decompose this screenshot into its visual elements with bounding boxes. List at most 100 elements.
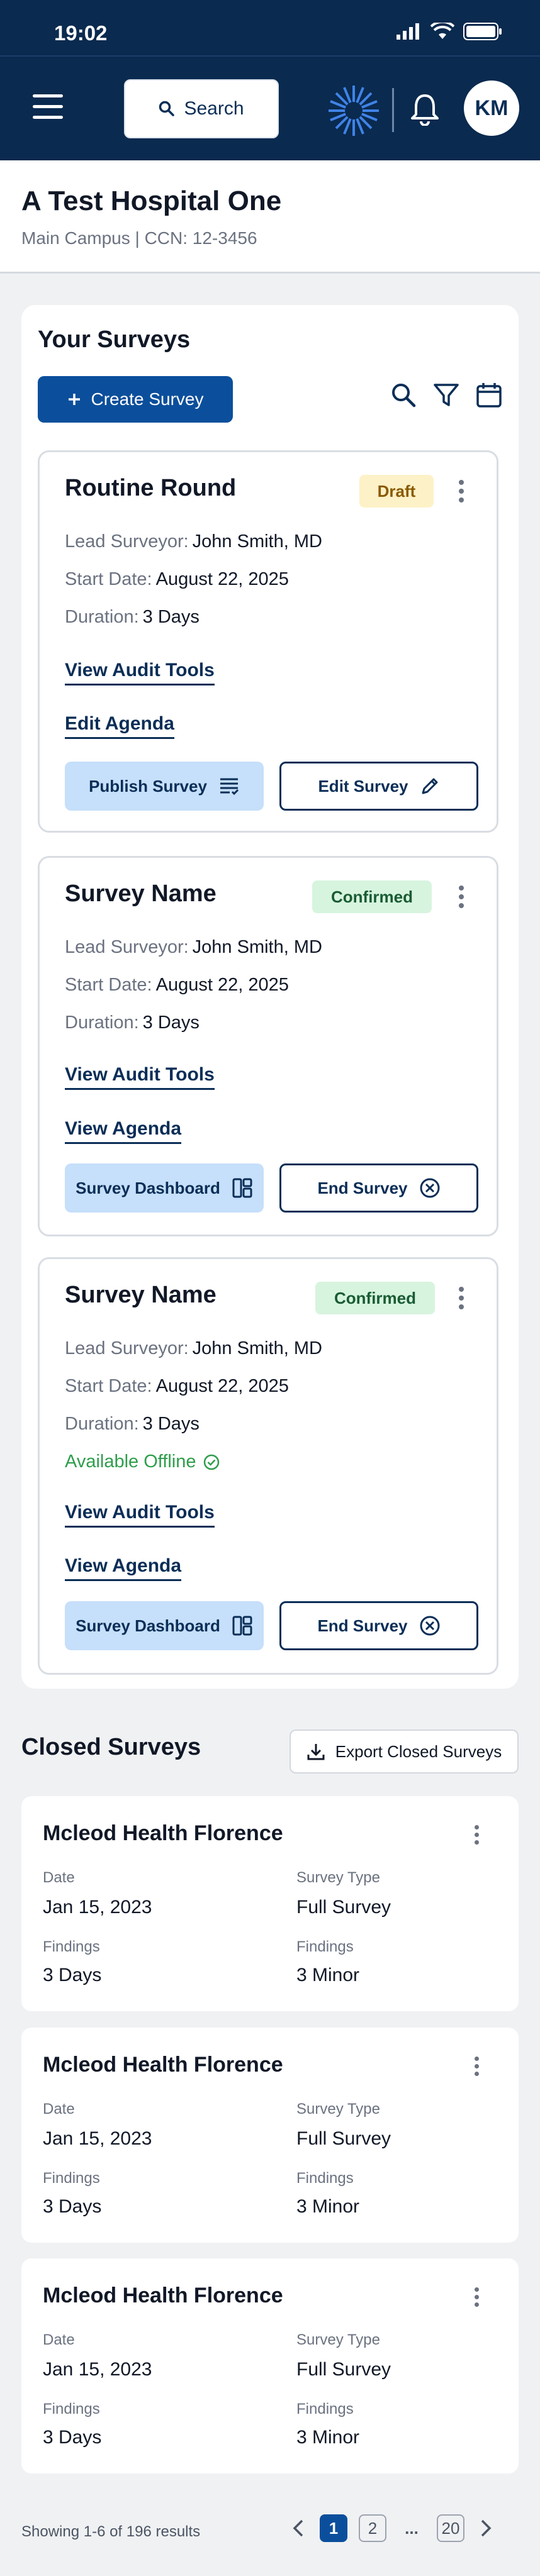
status-badge: Confirmed <box>315 1282 435 1314</box>
chevron-left-icon[interactable] <box>290 2514 308 2542</box>
calendar-icon[interactable] <box>476 382 502 408</box>
lead-surveyor-field: Lead Surveyor: John Smith, MD <box>65 531 322 552</box>
closed-survey-card: Mcleod Health Florence Date Jan 15, 2023… <box>21 2258 519 2473</box>
page-1-button[interactable]: 1 <box>320 2514 347 2542</box>
view-audit-tools-link[interactable]: View Audit Tools <box>65 660 215 686</box>
brand-logo <box>329 86 379 136</box>
survey-dashboard-button[interactable]: Survey Dashboard <box>65 1163 264 1213</box>
filter-icon[interactable] <box>433 382 459 408</box>
date-value: Jan 15, 2023 <box>43 2359 152 2380</box>
search-icon[interactable] <box>390 382 417 408</box>
closed-surveys-title: Closed Surveys <box>21 1734 201 1760</box>
findings-label: Findings <box>43 1938 100 1955</box>
findings-value: 3 Minor <box>296 2196 360 2217</box>
more-options-icon[interactable] <box>475 2057 481 2079</box>
more-options-icon[interactable] <box>459 1287 465 1313</box>
signal-icon <box>397 23 419 40</box>
create-survey-button[interactable]: Create Survey <box>38 376 233 423</box>
more-options-icon[interactable] <box>475 2287 481 2310</box>
duration-field: Duration: 3 Days <box>65 1414 200 1434</box>
start-date-field: Start Date: August 22, 2025 <box>65 569 289 589</box>
chevron-right-icon[interactable] <box>476 2514 495 2542</box>
menu-icon[interactable] <box>33 94 63 121</box>
survey-card: Routine Round Draft Lead Surveyor: John S… <box>38 450 498 833</box>
survey-type-value: Full Survey <box>296 2359 391 2380</box>
view-audit-tools-link[interactable]: View Audit Tools <box>65 1502 215 1528</box>
lead-surveyor-field: Lead Surveyor: John Smith, MD <box>65 937 322 957</box>
page-2-button[interactable]: 2 <box>359 2514 386 2542</box>
publish-survey-button[interactable]: Publish Survey <box>65 762 264 811</box>
pagination-summary: Showing 1-6 of 196 results <box>21 2523 201 2540</box>
your-surveys-panel: Your Surveys Create Survey Routine Round… <box>21 305 519 1689</box>
pencil-icon <box>422 778 438 794</box>
date-label: Date <box>43 2101 75 2118</box>
findings-label: Findings <box>43 2170 100 2187</box>
search-label: Search <box>184 98 244 119</box>
end-survey-button[interactable]: End Survey <box>279 1601 478 1650</box>
start-date-field: Start Date: August 22, 2025 <box>65 1376 289 1396</box>
survey-dashboard-label: Survey Dashboard <box>76 1178 220 1197</box>
survey-dashboard-label: Survey Dashboard <box>76 1616 220 1635</box>
findings-value: 3 Days <box>43 2196 102 2217</box>
start-date-field: Start Date: August 22, 2025 <box>65 975 289 995</box>
list-icon <box>220 778 239 796</box>
status-bar: 19:02 <box>0 0 540 55</box>
search-button[interactable]: Search <box>124 79 279 138</box>
available-offline-label: Available Offline <box>65 1452 196 1472</box>
edit-survey-button[interactable]: Edit Survey <box>279 762 478 811</box>
battery-icon <box>463 23 502 40</box>
pagination-ellipsis: ... <box>405 2518 419 2538</box>
date-label: Date <box>43 1869 75 1886</box>
findings-label: Findings <box>296 1938 354 1955</box>
more-options-icon[interactable] <box>459 480 465 506</box>
hospital-name: A Test Hospital One <box>21 186 282 216</box>
survey-type-value: Full Survey <box>296 2128 391 2149</box>
survey-card: Survey Name Confirmed Lead Surveyor: John… <box>38 856 498 1236</box>
edit-agenda-link[interactable]: Edit Agenda <box>65 713 174 739</box>
hospital-info: A Test Hospital One Main Campus | CCN: 1… <box>0 160 540 274</box>
lead-surveyor-field: Lead Surveyor: John Smith, MD <box>65 1338 322 1358</box>
closed-survey-name: Mcleod Health Florence <box>43 2053 283 2077</box>
publish-survey-label: Publish Survey <box>89 776 207 796</box>
survey-toolbar <box>390 382 502 408</box>
check-circle-icon <box>203 1454 219 1470</box>
view-agenda-link[interactable]: View Agenda <box>65 1118 182 1144</box>
export-closed-surveys-button[interactable]: Export Closed Surveys <box>290 1729 519 1774</box>
dashboard-icon <box>232 1178 252 1198</box>
survey-card: Survey Name Confirmed Lead Surveyor: John… <box>38 1257 498 1675</box>
findings-value: 3 Minor <box>296 2427 360 2448</box>
close-circle-icon <box>420 1616 440 1636</box>
search-icon <box>159 101 175 116</box>
hospital-subtitle: Main Campus | CCN: 12-3456 <box>21 228 257 248</box>
pagination: 1 2 ... 20 <box>290 2514 495 2542</box>
edit-survey-label: Edit Survey <box>318 776 408 796</box>
dashboard-icon <box>232 1616 252 1636</box>
findings-value: 3 Days <box>43 1965 102 1985</box>
survey-card-title: Survey Name <box>65 1282 217 1308</box>
page-20-button[interactable]: 20 <box>437 2514 464 2542</box>
user-avatar[interactable]: KM <box>464 80 519 136</box>
header-divider <box>392 88 394 132</box>
your-surveys-title: Your Surveys <box>38 326 191 353</box>
more-options-icon[interactable] <box>459 886 465 912</box>
closed-survey-name: Mcleod Health Florence <box>43 2284 283 2307</box>
status-icons <box>397 23 502 40</box>
closed-survey-card: Mcleod Health Florence Date Jan 15, 2023… <box>21 2028 519 2243</box>
view-audit-tools-link[interactable]: View Audit Tools <box>65 1064 215 1090</box>
end-survey-button[interactable]: End Survey <box>279 1163 478 1213</box>
survey-type-label: Survey Type <box>296 1869 380 1886</box>
view-agenda-link[interactable]: View Agenda <box>65 1555 182 1581</box>
wifi-icon <box>430 23 454 39</box>
notification-bell-icon[interactable] <box>410 93 440 126</box>
findings-label: Findings <box>296 2170 354 2187</box>
export-closed-surveys-label: Export Closed Surveys <box>335 1741 502 1761</box>
duration-field: Duration: 3 Days <box>65 1013 200 1033</box>
more-options-icon[interactable] <box>475 1825 481 1848</box>
app-header: Search KM <box>0 55 540 160</box>
survey-dashboard-button[interactable]: Survey Dashboard <box>65 1601 264 1650</box>
duration-field: Duration: 3 Days <box>65 607 200 627</box>
survey-type-label: Survey Type <box>296 2331 380 2348</box>
end-survey-label: End Survey <box>317 1616 408 1635</box>
plus-icon <box>68 394 80 405</box>
closed-survey-card: Mcleod Health Florence Date Jan 15, 2023… <box>21 1796 519 2011</box>
